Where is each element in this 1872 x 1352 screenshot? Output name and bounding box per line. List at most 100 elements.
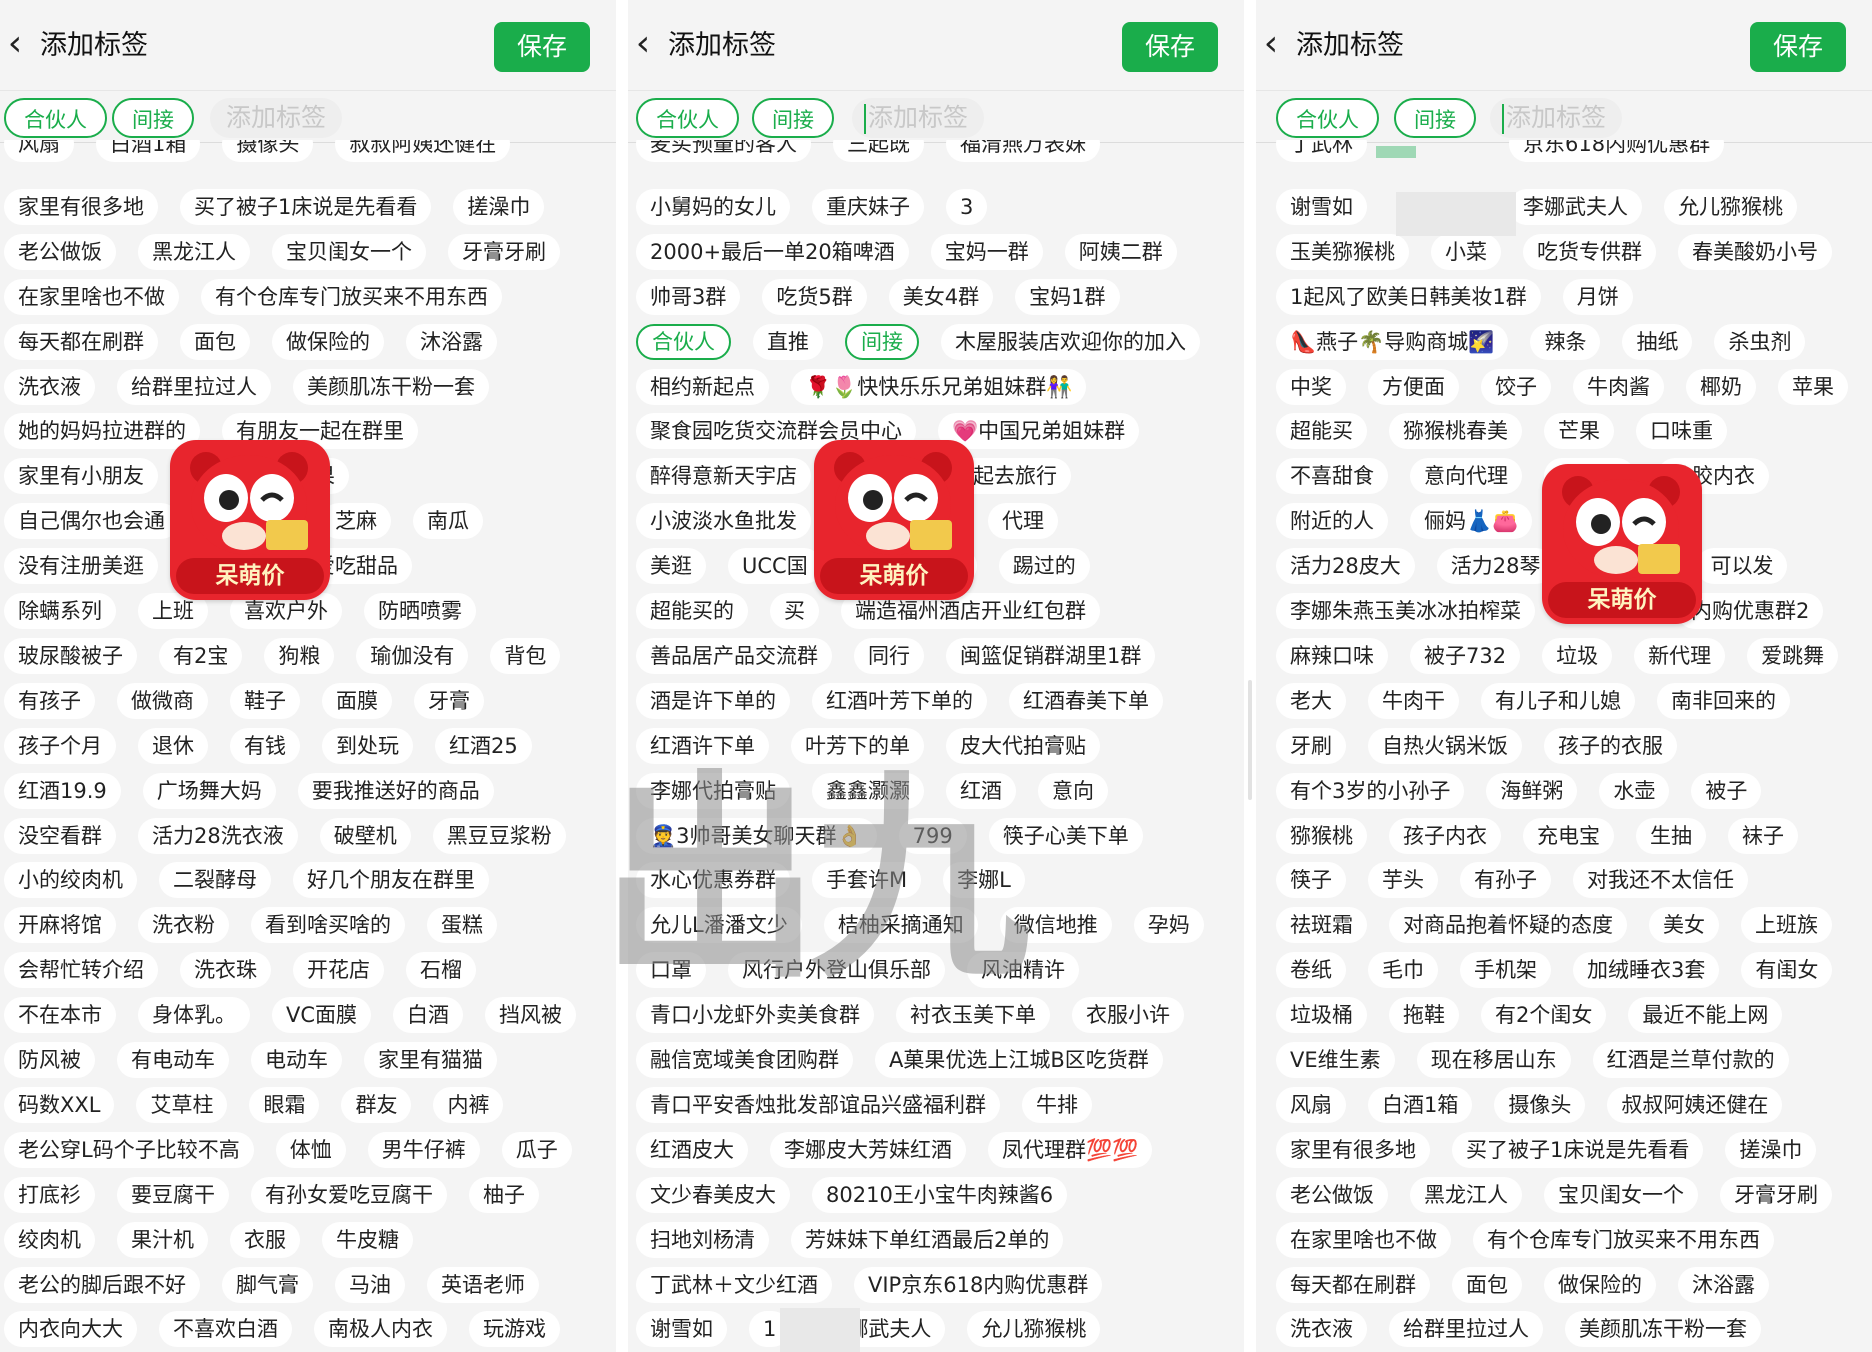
tag-chip[interactable]: 宝妈一群 (930, 233, 1043, 270)
tag-chip[interactable]: 有钱 (230, 727, 300, 764)
add-tag-input[interactable]: 添加标签 (1490, 98, 1623, 138)
tag-chip[interactable]: 毛巾 (1368, 952, 1438, 989)
tag-chip[interactable]: 福清燕万表妹 (946, 140, 1100, 162)
tag-chip[interactable]: 老公穿L码个子比较不高 (4, 1131, 254, 1168)
tag-chip[interactable]: 丁武林＋文少红酒 (636, 1266, 832, 1303)
tag-chip[interactable]: 筷子 (1276, 862, 1346, 899)
tag-chip[interactable]: 拖鞋 (1389, 997, 1459, 1034)
tag-chip[interactable]: 美颜肌冻干粉一套 (1565, 1311, 1761, 1348)
tag-chip[interactable]: 间接 (845, 323, 919, 360)
tag-chip[interactable]: 踢过的 (998, 548, 1090, 585)
tag-chip[interactable]: 口味重 (1636, 413, 1727, 450)
tag-chip[interactable]: 破壁机 (319, 817, 411, 854)
tag-chip[interactable]: 青口平安香烛批发部谊品兴盛福利群 (636, 1086, 1000, 1123)
tag-chip[interactable]: 在家里啥也不做 (4, 278, 179, 315)
tag-chip[interactable]: 每天都在刷群 (1276, 1266, 1430, 1303)
tag-chip[interactable]: 马油 (335, 1266, 405, 1303)
tag-chip[interactable]: 有孩子 (4, 682, 95, 719)
selected-tag[interactable]: 间接 (112, 98, 194, 138)
tag-chip[interactable]: 垃圾桶 (1276, 997, 1367, 1034)
tag-chip[interactable]: 丁武林 (1276, 140, 1367, 162)
tag-chip[interactable]: 新代理 (1634, 637, 1726, 674)
tag-chip[interactable]: 方便面 (1368, 368, 1459, 405)
tag-chip[interactable]: 宝贝闺女一个 (1544, 1176, 1698, 1213)
tag-chip[interactable]: 风扇 (1276, 1086, 1346, 1123)
tag-chip[interactable]: 美女 (1649, 907, 1719, 944)
tag-chip[interactable]: 面包 (180, 323, 250, 360)
tag-chip[interactable]: 买了被子1床说是先看看 (1452, 1131, 1704, 1168)
tag-chip[interactable]: 酒是许下单的 (636, 682, 790, 719)
tag-chip[interactable]: 防风被 (4, 1042, 95, 1078)
tag-chip[interactable]: 老公做饭 (1276, 1176, 1388, 1213)
tag-chip[interactable]: 活力28琴 (1436, 548, 1555, 585)
tag-chip[interactable]: 帅哥3群 (636, 278, 741, 315)
tag-chip[interactable]: 2000+最后一单20箱啤酒 (636, 233, 909, 270)
tag-chip[interactable]: 有孙子 (1460, 862, 1551, 899)
tag-chip[interactable]: 玉美猕猴桃 (1276, 233, 1409, 270)
tag-chip[interactable]: 柚子 (469, 1176, 539, 1213)
tag-chip[interactable]: 苹果 (1778, 368, 1848, 405)
tag-chip[interactable]: 对商品抱着怀疑的态度 (1389, 907, 1627, 944)
tag-chip[interactable]: 芳妹妹下单红酒最后2单的 (791, 1221, 1064, 1258)
tag-chip[interactable]: 文少春美皮大 (636, 1176, 790, 1213)
tag-chip[interactable]: 要我推送好的商品 (297, 772, 494, 809)
tag-chip[interactable]: 石榴 (406, 952, 476, 989)
scroll-indicator[interactable] (1248, 680, 1252, 800)
tag-chip[interactable]: 群友 (341, 1086, 412, 1123)
tag-chip[interactable]: VC面膜 (272, 997, 372, 1034)
tag-chip[interactable]: 做保险的 (272, 323, 384, 360)
tag-chip[interactable]: 老公的脚后跟不好 (4, 1266, 200, 1303)
tag-chip[interactable]: 相约新起点 (636, 368, 769, 405)
tag-chip[interactable]: 买 (770, 593, 819, 629)
tag-chip[interactable]: 广场舞大妈 (142, 772, 276, 809)
selected-tag[interactable]: 合伙人 (1276, 98, 1379, 138)
selected-tag[interactable]: 合伙人 (4, 98, 107, 138)
tag-chip[interactable]: 扫地刘杨清 (636, 1221, 769, 1258)
tag-chip[interactable]: 谢雪如 (1276, 188, 1367, 225)
tag-chip[interactable]: 牛肉酱 (1573, 368, 1664, 405)
tag-chip[interactable]: 谢雪如 (636, 1311, 727, 1348)
tag-chip[interactable]: 充电宝 (1523, 817, 1614, 854)
tag-chip[interactable]: 南非回来的 (1657, 682, 1790, 719)
tag-chip[interactable]: 宝贝闺女一个 (272, 233, 426, 270)
tag-chip[interactable]: 做保险的 (1544, 1266, 1656, 1303)
tag-chip[interactable]: 俪妈👗👛 (1410, 503, 1533, 540)
tag-chip[interactable]: 看到啥买啥的 (251, 907, 405, 944)
tag-chip[interactable]: 美女4群 (888, 278, 994, 315)
tag-chip[interactable]: 摄像头 (222, 140, 314, 162)
tag-chip[interactable]: 老公做饭 (4, 233, 116, 270)
tag-chip[interactable]: 水壶 (1599, 772, 1670, 809)
tag-chip[interactable]: 衣服小许 (1072, 997, 1184, 1034)
tag-chip[interactable]: 牛皮糖 (322, 1221, 413, 1258)
tag-chip[interactable]: 有闺女 (1741, 952, 1833, 989)
tag-chip[interactable]: 最近不能上网 (1628, 997, 1783, 1034)
tag-chip[interactable]: 摄像头 (1494, 1086, 1586, 1123)
tag-chip[interactable]: 没空看群 (4, 817, 116, 854)
tag-chip[interactable]: 没有注册美逛 (4, 548, 158, 585)
save-button[interactable]: 保存 (1122, 22, 1218, 72)
tag-chip[interactable]: 美逛 (636, 548, 706, 585)
tag-chip[interactable]: 给群里拉过人 (1389, 1311, 1543, 1348)
tag-chip[interactable]: 孕妈 (1133, 907, 1204, 944)
tag-chip[interactable]: 洗衣粉 (138, 907, 229, 944)
tag-chip[interactable]: 红酒19.9 (4, 772, 121, 809)
tag-chip[interactable]: 猕猴桃春美 (1389, 413, 1522, 450)
tag-chip[interactable]: 南瓜 (413, 503, 483, 540)
tag-chip[interactable]: 沐浴露 (406, 323, 497, 360)
tag-chip[interactable]: VE维生素 (1276, 1042, 1395, 1078)
tag-chip[interactable]: 允儿猕猴桃 (967, 1311, 1101, 1348)
tag-chip[interactable]: 退休 (138, 727, 208, 764)
tag-chip[interactable]: VIP京东618内购优惠群 (854, 1266, 1103, 1303)
tag-chip[interactable]: 爱跳舞 (1747, 637, 1839, 674)
tag-chip[interactable]: 附近的人 (1276, 503, 1388, 540)
tag-chip[interactable]: 有个仓库专门放买来不用东西 (201, 278, 502, 315)
tag-chip[interactable]: 闽篮促销群湖里1群 (946, 637, 1156, 674)
tag-chip[interactable]: 不在本市 (4, 997, 116, 1034)
tag-chip[interactable]: 宝妈1群 (1015, 278, 1120, 315)
back-arrow-icon[interactable]: ‹ (628, 22, 658, 66)
tag-chip[interactable]: 白酒 (393, 997, 464, 1034)
tag-chip[interactable]: 白酒1箱 (1368, 1086, 1473, 1123)
tag-chip[interactable]: 三起既 (833, 140, 924, 162)
tag-chip[interactable]: 防晒喷雾 (364, 593, 476, 629)
tag-chip[interactable]: 李娜朱燕玉美冰冰拍榨菜 (1276, 593, 1535, 629)
